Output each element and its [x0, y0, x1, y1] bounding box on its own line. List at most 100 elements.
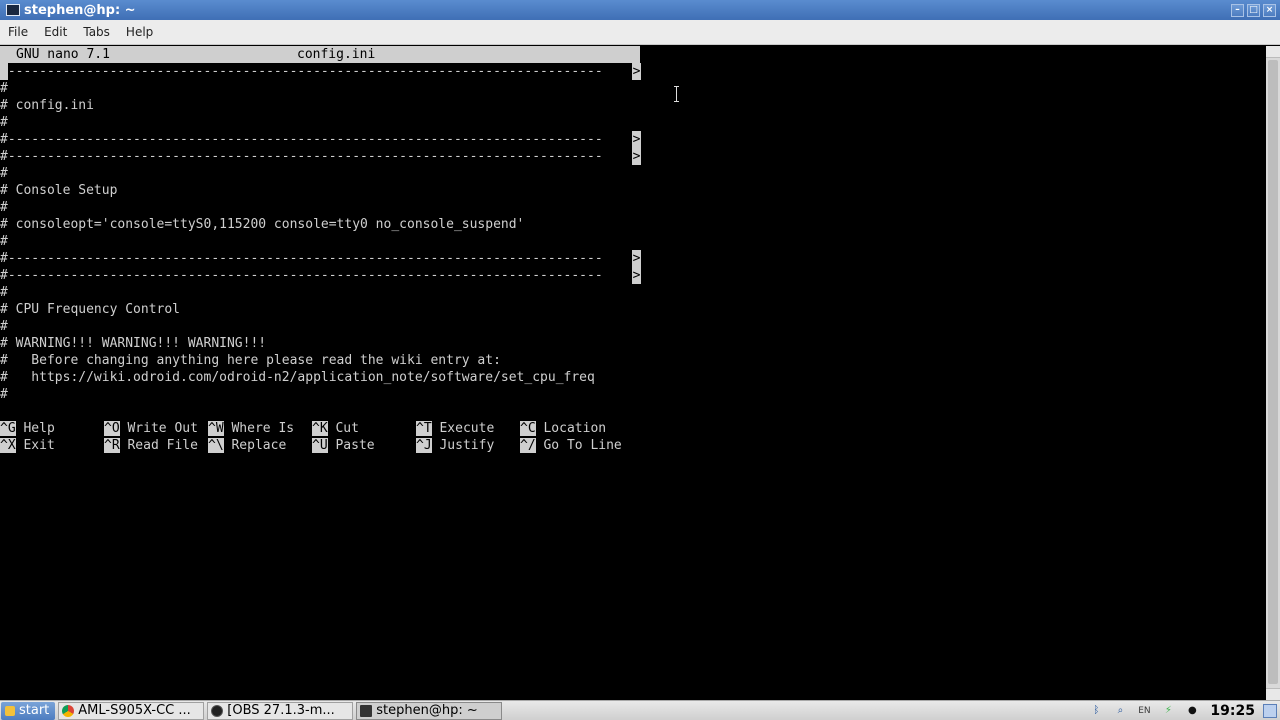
scroll-down-button[interactable] — [1266, 688, 1280, 700]
buffer-line: # — [0, 81, 8, 96]
chrome-icon — [62, 704, 75, 717]
buffer-line: # — [0, 166, 8, 181]
buffer-line: #---------------------------------------… — [0, 268, 603, 283]
shortcut-label: Justify — [439, 438, 495, 453]
shortcut-key: ^X — [0, 438, 16, 453]
obs-icon — [211, 704, 224, 717]
shortcut-execute[interactable]: ^T Execute — [416, 420, 494, 437]
terminal-icon — [360, 704, 373, 717]
buffer-line: # CPU Frequency Control — [0, 302, 181, 317]
taskbar: start AML-S905X-CC ... [OBS 27.1.3-m... … — [0, 700, 1280, 720]
line-overflow-marker: > — [632, 250, 641, 267]
window-title: stephen@hp: ~ — [24, 2, 136, 18]
shortcut-label: Cut — [335, 421, 359, 436]
menu-bar: File Edit Tabs Help — [0, 20, 1280, 45]
shortcut-key: ^C — [520, 421, 536, 436]
nano-filename: config.ini — [297, 47, 376, 62]
buffer-line: # config.ini — [0, 98, 94, 113]
shortcut-where-is[interactable]: ^W Where Is — [208, 420, 294, 437]
menu-help[interactable]: Help — [118, 25, 161, 39]
shortcut-replace[interactable]: ^\ Replace — [208, 437, 286, 454]
line-overflow-marker: > — [632, 148, 641, 165]
terminal-icon — [6, 4, 20, 16]
task-terminal[interactable]: stephen@hp: ~ — [356, 701, 503, 720]
shortcut-key: ^O — [104, 421, 120, 436]
scroll-thumb[interactable] — [1268, 60, 1278, 684]
shortcut-key: ^\ — [208, 438, 224, 453]
line-overflow-marker: > — [632, 63, 641, 80]
shortcut-help[interactable]: ^G Help — [0, 420, 55, 437]
buffer-line: # — [0, 319, 8, 334]
battery-icon[interactable]: ⚡ — [1161, 704, 1175, 718]
shortcut-key: ^/ — [520, 438, 536, 453]
shortcut-key: ^J — [416, 438, 432, 453]
scroll-up-button[interactable] — [1266, 46, 1280, 58]
shortcut-go-to-line[interactable]: ^/ Go To Line — [520, 437, 622, 454]
shortcut-label: Go To Line — [543, 438, 622, 453]
buffer-line: # https://wiki.odroid.com/odroid-n2/appl… — [0, 370, 595, 385]
task-obs[interactable]: [OBS 27.1.3-m... — [207, 701, 354, 720]
shortcut-key: ^G — [0, 421, 16, 436]
menu-edit[interactable]: Edit — [36, 25, 75, 39]
shortcut-label: Paste — [335, 438, 375, 453]
line-overflow-marker: > — [632, 131, 641, 148]
shortcut-label: Read File — [127, 438, 198, 453]
shortcut-key: ^W — [208, 421, 224, 436]
buffer-line: #---------------------------------------… — [0, 132, 603, 147]
shortcut-key: ^T — [416, 421, 432, 436]
start-label: start — [19, 703, 50, 718]
buffer-line: # — [0, 115, 8, 130]
obs-tray-icon[interactable]: ● — [1185, 704, 1199, 718]
shortcut-label: Replace — [231, 438, 287, 453]
clock[interactable]: 19:25 — [1210, 703, 1255, 719]
start-logo-icon — [5, 705, 15, 716]
text-cursor — [0, 63, 8, 80]
network-icon[interactable]: ⌕ — [1113, 704, 1127, 718]
buffer-line: # — [0, 234, 8, 249]
minimize-button[interactable]: – — [1231, 3, 1244, 17]
task-label: AML-S905X-CC ... — [78, 703, 191, 718]
shortcut-write-out[interactable]: ^O Write Out — [104, 420, 198, 437]
shortcut-exit[interactable]: ^X Exit — [0, 437, 55, 454]
task-label: [OBS 27.1.3-m... — [227, 703, 335, 718]
keyboard-layout[interactable]: EN — [1137, 704, 1151, 718]
buffer-line: # Console Setup — [0, 183, 118, 198]
buffer-line: # Before changing anything here please r… — [0, 353, 501, 368]
buffer-line: #---------------------------------------… — [0, 64, 603, 79]
shortcut-label: Help — [23, 421, 55, 436]
menu-file[interactable]: File — [0, 25, 36, 39]
terminal-view[interactable]: GNU nano 7.1 config.ini #---------------… — [0, 46, 1266, 700]
shortcut-label: Write Out — [127, 421, 198, 436]
show-desktop-icon[interactable] — [1263, 703, 1277, 718]
buffer-line: #---------------------------------------… — [0, 251, 603, 266]
buffer-line: # — [0, 387, 8, 402]
terminal-scrollbar[interactable] — [1266, 46, 1280, 700]
buffer-line: # WARNING!!! WARNING!!! WARNING!!! — [0, 336, 267, 351]
buffer-line: #---------------------------------------… — [0, 149, 603, 164]
window-titlebar[interactable]: stephen@hp: ~ – □ × — [0, 0, 1280, 20]
menu-tabs[interactable]: Tabs — [75, 25, 118, 39]
buffer-line: # — [0, 285, 8, 300]
shortcut-cut[interactable]: ^K Cut — [312, 420, 359, 437]
shortcut-key: ^K — [312, 421, 328, 436]
bluetooth-icon[interactable]: ᛒ — [1089, 704, 1103, 718]
close-button[interactable]: × — [1263, 3, 1276, 17]
shortcut-paste[interactable]: ^U Paste — [312, 437, 375, 454]
buffer-line: # consoleopt='console=ttyS0,115200 conso… — [0, 217, 525, 232]
shortcut-read-file[interactable]: ^R Read File — [104, 437, 198, 454]
shortcut-location[interactable]: ^C Location — [520, 420, 606, 437]
task-label: stephen@hp: ~ — [376, 703, 478, 718]
nano-header: GNU nano 7.1 config.ini — [0, 46, 640, 63]
shortcut-key: ^R — [104, 438, 120, 453]
shortcut-label: Execute — [439, 421, 495, 436]
start-button[interactable]: start — [1, 701, 56, 720]
buffer-line: # — [0, 200, 8, 215]
shortcut-justify[interactable]: ^J Justify — [416, 437, 494, 454]
shortcut-label: Where Is — [231, 421, 295, 436]
window-controls: – □ × — [1231, 3, 1276, 17]
shortcut-key: ^U — [312, 438, 328, 453]
maximize-button[interactable]: □ — [1247, 3, 1260, 17]
nano-version: GNU nano 7.1 — [16, 47, 110, 62]
shortcut-label: Exit — [23, 438, 55, 453]
task-chrome[interactable]: AML-S905X-CC ... — [58, 701, 205, 720]
